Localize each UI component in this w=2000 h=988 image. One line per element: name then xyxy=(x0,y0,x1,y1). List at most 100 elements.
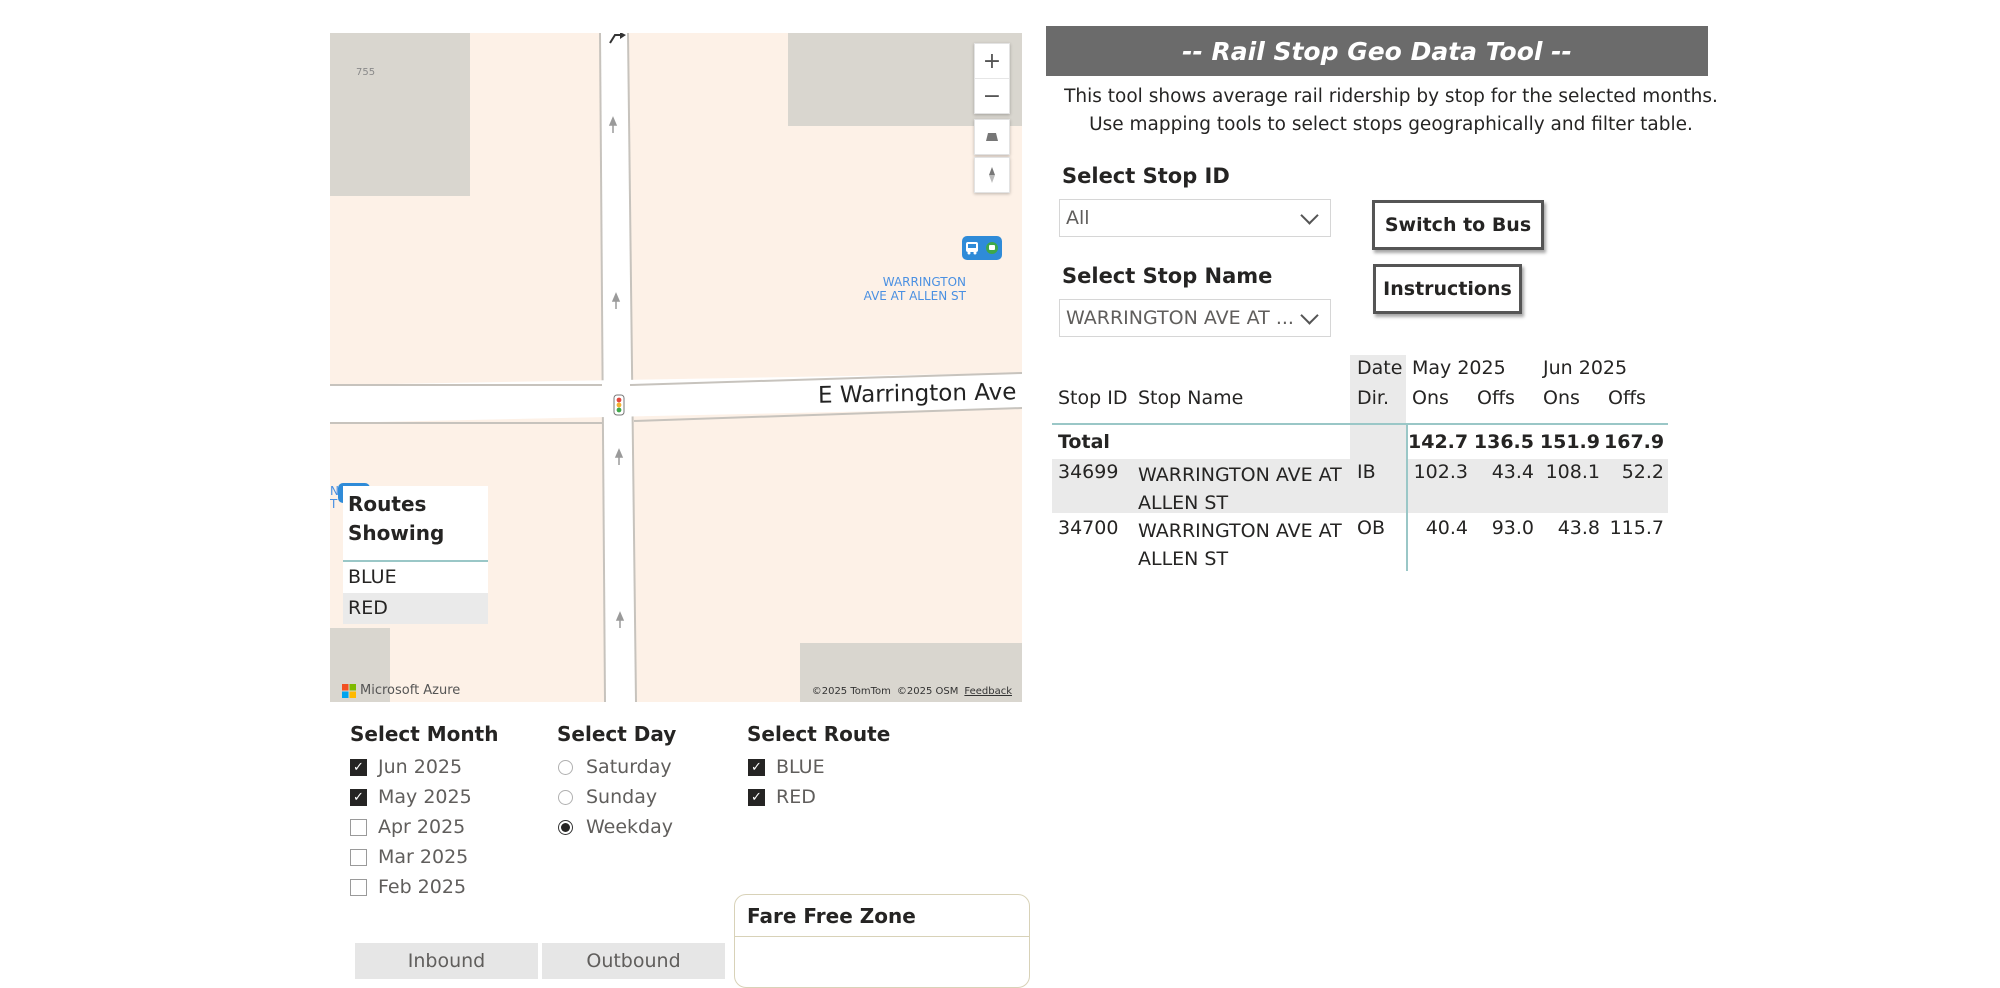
total-value: 167.9 xyxy=(1604,431,1665,453)
row-value: 52.2 xyxy=(1621,461,1664,483)
chevron-down-icon xyxy=(1300,305,1319,325)
day-option[interactable]: Saturday xyxy=(558,756,672,778)
fare-free-zone-title: Fare Free Zone xyxy=(735,895,1029,937)
instructions-button[interactable]: Instructions xyxy=(1373,264,1522,314)
select-stop-id-title: Select Stop ID xyxy=(1062,164,1230,188)
zoom-control: + − xyxy=(974,43,1010,114)
attribution-osm: ©2025 OSM xyxy=(896,686,959,697)
checkbox-checked-icon[interactable]: ✓ xyxy=(748,758,765,776)
header-month: May 2025 xyxy=(1412,357,1506,379)
routes-legend-item[interactable]: BLUE xyxy=(343,562,488,593)
compass-button[interactable] xyxy=(974,157,1010,193)
header-stop-id[interactable]: Stop ID xyxy=(1058,387,1127,409)
routes-legend-title: Routes Showing xyxy=(343,486,488,562)
row-stop-name: WARRINGTON AVE AT ALLEN ST xyxy=(1138,461,1342,517)
stop-label-line2: AVE AT ALLEN ST xyxy=(863,289,966,303)
header-stop-name[interactable]: Stop Name xyxy=(1138,387,1243,409)
month-label: Jun 2025 xyxy=(378,756,463,778)
select-stop-name-title: Select Stop Name xyxy=(1062,264,1273,288)
row-stop-name-line: ALLEN ST xyxy=(1138,548,1229,570)
route-option[interactable]: ✓ RED xyxy=(748,786,816,808)
row-dir: IB xyxy=(1357,461,1376,483)
checkbox-checked-icon[interactable]: ✓ xyxy=(748,788,765,806)
row-value: 102.3 xyxy=(1413,461,1468,483)
month-option[interactable]: Feb 2025 xyxy=(350,876,466,898)
day-option[interactable]: Weekday xyxy=(558,816,673,838)
rail-icon xyxy=(986,242,998,254)
total-value: 151.9 xyxy=(1539,431,1600,453)
description-line: This tool shows average rail ridership b… xyxy=(1064,86,1718,107)
partial-label: T xyxy=(330,497,338,511)
row-dir: OB xyxy=(1357,517,1385,539)
outbound-button[interactable]: Outbound xyxy=(542,943,725,979)
pitch-button[interactable] xyxy=(974,119,1010,155)
row-value: 108.1 xyxy=(1545,461,1600,483)
route-label: RED xyxy=(776,786,816,808)
stop-id-dropdown[interactable]: All xyxy=(1059,199,1331,237)
radio-selected-icon[interactable] xyxy=(558,819,573,835)
month-option[interactable]: Apr 2025 xyxy=(350,816,465,838)
brand-text: Microsoft Azure xyxy=(360,683,461,698)
month-option[interactable]: Mar 2025 xyxy=(350,846,468,868)
ridership-table: Date May 2025 Jun 2025 Stop ID Stop Name… xyxy=(1052,355,1668,571)
month-option[interactable]: ✓ May 2025 xyxy=(350,786,472,808)
street-label: E Warrington Ave xyxy=(817,379,1017,409)
month-label: Feb 2025 xyxy=(378,876,467,898)
month-option[interactable]: ✓ Jun 2025 xyxy=(350,756,462,778)
row-stop-id: 34699 xyxy=(1058,461,1119,483)
tool-title: -- Rail Stop Geo Data Tool -- xyxy=(1046,26,1708,76)
radio-icon[interactable] xyxy=(558,759,573,775)
zoom-out-button[interactable]: − xyxy=(975,78,1009,113)
pitch-icon xyxy=(986,133,998,141)
header-offs[interactable]: Offs xyxy=(1477,387,1515,409)
row-stop-name-line: WARRINGTON AVE AT xyxy=(1138,520,1342,542)
chevron-down-icon xyxy=(1300,205,1319,225)
header-dir[interactable]: Dir. xyxy=(1357,387,1389,409)
row-value: 115.7 xyxy=(1609,517,1664,539)
header-rule xyxy=(1052,423,1668,425)
attribution-tomtom: ©2025 TomTom xyxy=(811,686,891,697)
header-ons[interactable]: Ons xyxy=(1412,387,1449,409)
bus-icon xyxy=(966,242,978,255)
microsoft-azure-brand: Microsoft Azure xyxy=(342,683,460,698)
header-offs[interactable]: Offs xyxy=(1608,387,1646,409)
checkbox-icon[interactable] xyxy=(350,878,367,896)
checkbox-checked-icon[interactable]: ✓ xyxy=(350,758,367,776)
map-attribution: ©2025 TomTom ©2025 OSM Feedback xyxy=(812,686,1012,697)
route-label: BLUE xyxy=(776,756,825,778)
bus-stop-icon[interactable] xyxy=(962,236,1002,260)
inbound-button[interactable]: Inbound xyxy=(355,943,538,979)
month-label: Mar 2025 xyxy=(378,846,469,868)
select-month-title: Select Month xyxy=(350,722,499,746)
stop-label-line1: WARRINGTON xyxy=(882,275,966,289)
route-option[interactable]: ✓ BLUE xyxy=(748,756,825,778)
compass-icon xyxy=(989,167,995,183)
switch-to-bus-button[interactable]: Switch to Bus xyxy=(1372,200,1544,250)
day-label: Sunday xyxy=(586,786,658,808)
feedback-link[interactable]: Feedback xyxy=(964,686,1012,697)
checkbox-icon[interactable] xyxy=(350,818,367,836)
month-label: May 2025 xyxy=(378,786,472,808)
row-value: 43.4 xyxy=(1491,461,1534,483)
day-label: Saturday xyxy=(586,756,672,778)
routes-legend-item[interactable]: RED xyxy=(343,593,488,624)
radio-icon[interactable] xyxy=(558,789,573,805)
zoom-in-button[interactable]: + xyxy=(975,44,1009,78)
stop-name-dropdown[interactable]: WARRINGTON AVE AT ... xyxy=(1059,299,1331,337)
checkbox-checked-icon[interactable]: ✓ xyxy=(350,788,367,806)
header-date: Date xyxy=(1357,357,1403,379)
total-value: 142.7 xyxy=(1408,431,1469,453)
stop-label[interactable]: WARRINGTON AVE AT ALLEN ST xyxy=(816,275,966,303)
month-label: Apr 2025 xyxy=(378,816,466,838)
description-line: Use mapping tools to select stops geogra… xyxy=(1089,114,1693,135)
row-stop-name-line: ALLEN ST xyxy=(1138,492,1229,514)
select-day-title: Select Day xyxy=(557,722,677,746)
select-route-title: Select Route xyxy=(747,722,891,746)
building-number: 755 xyxy=(356,67,376,78)
row-stop-name: WARRINGTON AVE AT ALLEN ST xyxy=(1138,517,1342,573)
day-option[interactable]: Sunday xyxy=(558,786,657,808)
checkbox-icon[interactable] xyxy=(350,848,367,866)
microsoft-logo-icon xyxy=(342,683,356,698)
header-ons[interactable]: Ons xyxy=(1543,387,1580,409)
row-value: 93.0 xyxy=(1491,517,1534,539)
